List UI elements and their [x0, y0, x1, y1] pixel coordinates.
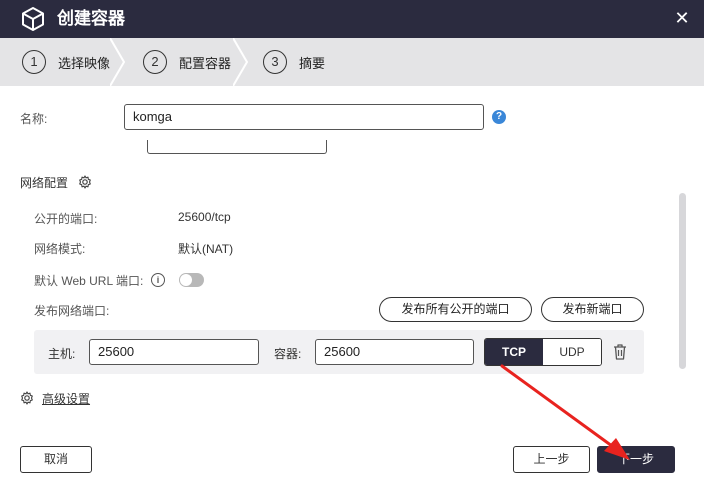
- protocol-selector: TCP UDP: [484, 338, 602, 366]
- trash-icon[interactable]: [612, 343, 628, 361]
- public-ports-value: 25600/tcp: [178, 210, 231, 224]
- step-separator: [110, 38, 126, 86]
- title-bar: 创建容器 ✕: [0, 0, 704, 38]
- container-label: 容器:: [274, 347, 302, 361]
- wizard-steps: 1 选择映像 2 配置容器 3 摘要: [0, 38, 704, 86]
- previous-button[interactable]: 上一步: [513, 446, 590, 473]
- host-label: 主机:: [48, 347, 76, 361]
- name-input[interactable]: komga: [124, 104, 484, 130]
- protocol-udp[interactable]: UDP: [543, 339, 601, 365]
- container-port-input[interactable]: 25600: [315, 339, 474, 365]
- network-config-title: 网络配置: [20, 176, 69, 190]
- step-separator: [233, 38, 249, 86]
- step-number: 3: [263, 50, 287, 74]
- next-button[interactable]: 下一步: [597, 446, 675, 473]
- name-label: 名称:: [20, 112, 48, 126]
- publish-new-port-button[interactable]: 发布新端口: [541, 297, 644, 322]
- window-title: 创建容器: [57, 9, 125, 28]
- step-select-image: 1 选择映像: [22, 38, 110, 86]
- network-mode-value: 默认(NAT): [178, 242, 234, 256]
- help-icon[interactable]: ?: [492, 110, 506, 124]
- step-label: 配置容器: [179, 55, 232, 71]
- toggle-knob: [180, 274, 192, 286]
- public-ports-label: 公开的端口:: [34, 212, 98, 226]
- content-scrollbar[interactable]: [679, 193, 686, 369]
- cube-icon: [22, 7, 44, 31]
- publish-ports-label: 发布网络端口:: [34, 304, 110, 318]
- gear-icon: [21, 391, 33, 405]
- publish-all-ports-button[interactable]: 发布所有公开的端口: [379, 297, 532, 322]
- step-label: 选择映像: [58, 55, 111, 71]
- web-url-toggle[interactable]: [179, 273, 204, 287]
- protocol-tcp[interactable]: TCP: [485, 339, 543, 365]
- host-port-input[interactable]: 25600: [89, 339, 259, 365]
- step-summary: 3 摘要: [263, 38, 325, 86]
- close-icon[interactable]: ✕: [670, 6, 694, 30]
- cancel-button[interactable]: 取消: [20, 446, 92, 473]
- web-url-port-label: 默认 Web URL 端口:: [34, 274, 144, 288]
- step-label: 摘要: [299, 55, 326, 71]
- step-number: 1: [22, 50, 46, 74]
- network-mode-label: 网络模式:: [34, 242, 86, 256]
- info-icon[interactable]: i: [151, 273, 165, 287]
- advanced-settings-link[interactable]: 高级设置: [42, 390, 90, 407]
- scrolled-field-bottom: [147, 140, 327, 154]
- gear-icon[interactable]: [78, 175, 92, 189]
- step-configure-container: 2 配置容器: [143, 38, 231, 86]
- step-number: 2: [143, 50, 167, 74]
